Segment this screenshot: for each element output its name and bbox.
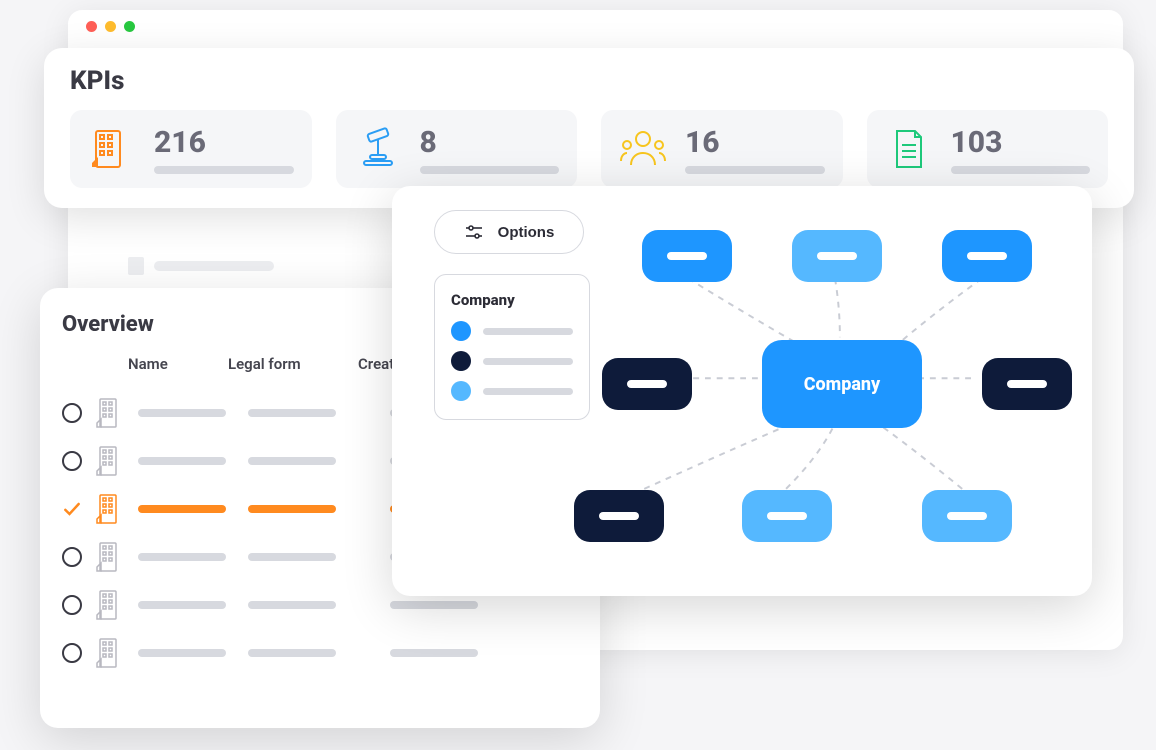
options-button[interactable]: Options (434, 210, 584, 254)
legend-dot (451, 321, 471, 341)
legend-label-placeholder (483, 328, 573, 335)
legend-item[interactable] (451, 321, 573, 341)
building-icon (96, 589, 124, 621)
cell-placeholder (248, 457, 336, 465)
col-name[interactable]: Name (128, 355, 228, 373)
kpi-bar (685, 166, 825, 174)
gavel-icon (354, 125, 402, 173)
window-titlebar (68, 10, 1123, 42)
building-icon (96, 397, 124, 429)
kpi-value: 8 (420, 125, 560, 160)
node-label-placeholder (627, 380, 667, 388)
cell-placeholder (138, 601, 226, 609)
legend-label-placeholder (483, 358, 573, 365)
node-label-placeholder (947, 512, 987, 520)
col-legal-form[interactable]: Legal form (228, 355, 358, 373)
cell-placeholder (248, 505, 336, 513)
legend-dot (451, 351, 471, 371)
diagram-panel: Options Company (392, 186, 1092, 596)
row-checkbox[interactable] (62, 403, 82, 423)
cell-placeholder (138, 409, 226, 417)
node-label-placeholder (1007, 380, 1047, 388)
cell-placeholder (390, 601, 478, 609)
cell-placeholder (138, 505, 226, 513)
legend-dot (451, 381, 471, 401)
building-icon (96, 637, 124, 669)
diagram-node[interactable] (982, 358, 1072, 410)
cell-placeholder (138, 553, 226, 561)
diagram-node[interactable] (602, 358, 692, 410)
diagram-node-center[interactable]: Company (762, 340, 922, 428)
kpi-bar (951, 166, 1091, 174)
kpi-row: 216 8 16 (70, 110, 1108, 188)
kpi-item-entities[interactable]: 216 (70, 110, 312, 188)
options-label: Options (498, 224, 555, 241)
legend-item[interactable] (451, 381, 573, 401)
row-checkbox[interactable] (62, 595, 82, 615)
diagram-area[interactable]: Company (602, 210, 1068, 572)
placeholder-icon (128, 257, 144, 275)
placeholder-text (154, 261, 274, 271)
diagram-node[interactable] (942, 230, 1032, 282)
building-icon (96, 445, 124, 477)
kpi-item-documents[interactable]: 103 (867, 110, 1109, 188)
table-row[interactable] (62, 629, 578, 677)
diagram-node[interactable] (574, 490, 664, 542)
cell-placeholder (138, 457, 226, 465)
close-window-button[interactable] (86, 21, 97, 32)
row-checkbox[interactable] (62, 451, 82, 471)
diagram-node[interactable] (642, 230, 732, 282)
kpi-bar (420, 166, 560, 174)
cell-placeholder (248, 553, 336, 561)
kpi-item-people[interactable]: 16 (601, 110, 843, 188)
cell-placeholder (138, 649, 226, 657)
row-checkbox[interactable] (62, 643, 82, 663)
cell-placeholder (248, 649, 336, 657)
legend-item[interactable] (451, 351, 573, 371)
kpi-title: KPIs (70, 66, 1108, 96)
diagram-node[interactable] (792, 230, 882, 282)
background-tab (110, 244, 292, 288)
kpi-item-legal[interactable]: 8 (336, 110, 578, 188)
kpi-bar (154, 166, 294, 174)
minimize-window-button[interactable] (105, 21, 116, 32)
cell-placeholder (248, 409, 336, 417)
row-checkbox[interactable] (62, 547, 82, 567)
legend: Company (434, 274, 590, 420)
building-icon (96, 541, 124, 573)
cell-placeholder (390, 649, 478, 657)
building-icon (88, 125, 136, 173)
diagram-node[interactable] (922, 490, 1012, 542)
node-label-placeholder (667, 252, 707, 260)
kpi-value: 103 (951, 125, 1091, 160)
node-label-placeholder (767, 512, 807, 520)
row-checkbox[interactable] (62, 499, 82, 519)
node-label-placeholder (817, 252, 857, 260)
maximize-window-button[interactable] (124, 21, 135, 32)
legend-label-placeholder (483, 388, 573, 395)
kpi-value: 16 (685, 125, 825, 160)
diagram-node[interactable] (742, 490, 832, 542)
building-icon (96, 493, 124, 525)
kpi-panel: KPIs 216 8 (44, 48, 1134, 208)
document-icon (885, 125, 933, 173)
node-label-placeholder (599, 512, 639, 520)
kpi-value: 216 (154, 125, 294, 160)
sliders-icon (464, 222, 484, 242)
people-icon (619, 125, 667, 173)
cell-placeholder (248, 601, 336, 609)
legend-title: Company (451, 291, 573, 309)
node-label-placeholder (967, 252, 1007, 260)
